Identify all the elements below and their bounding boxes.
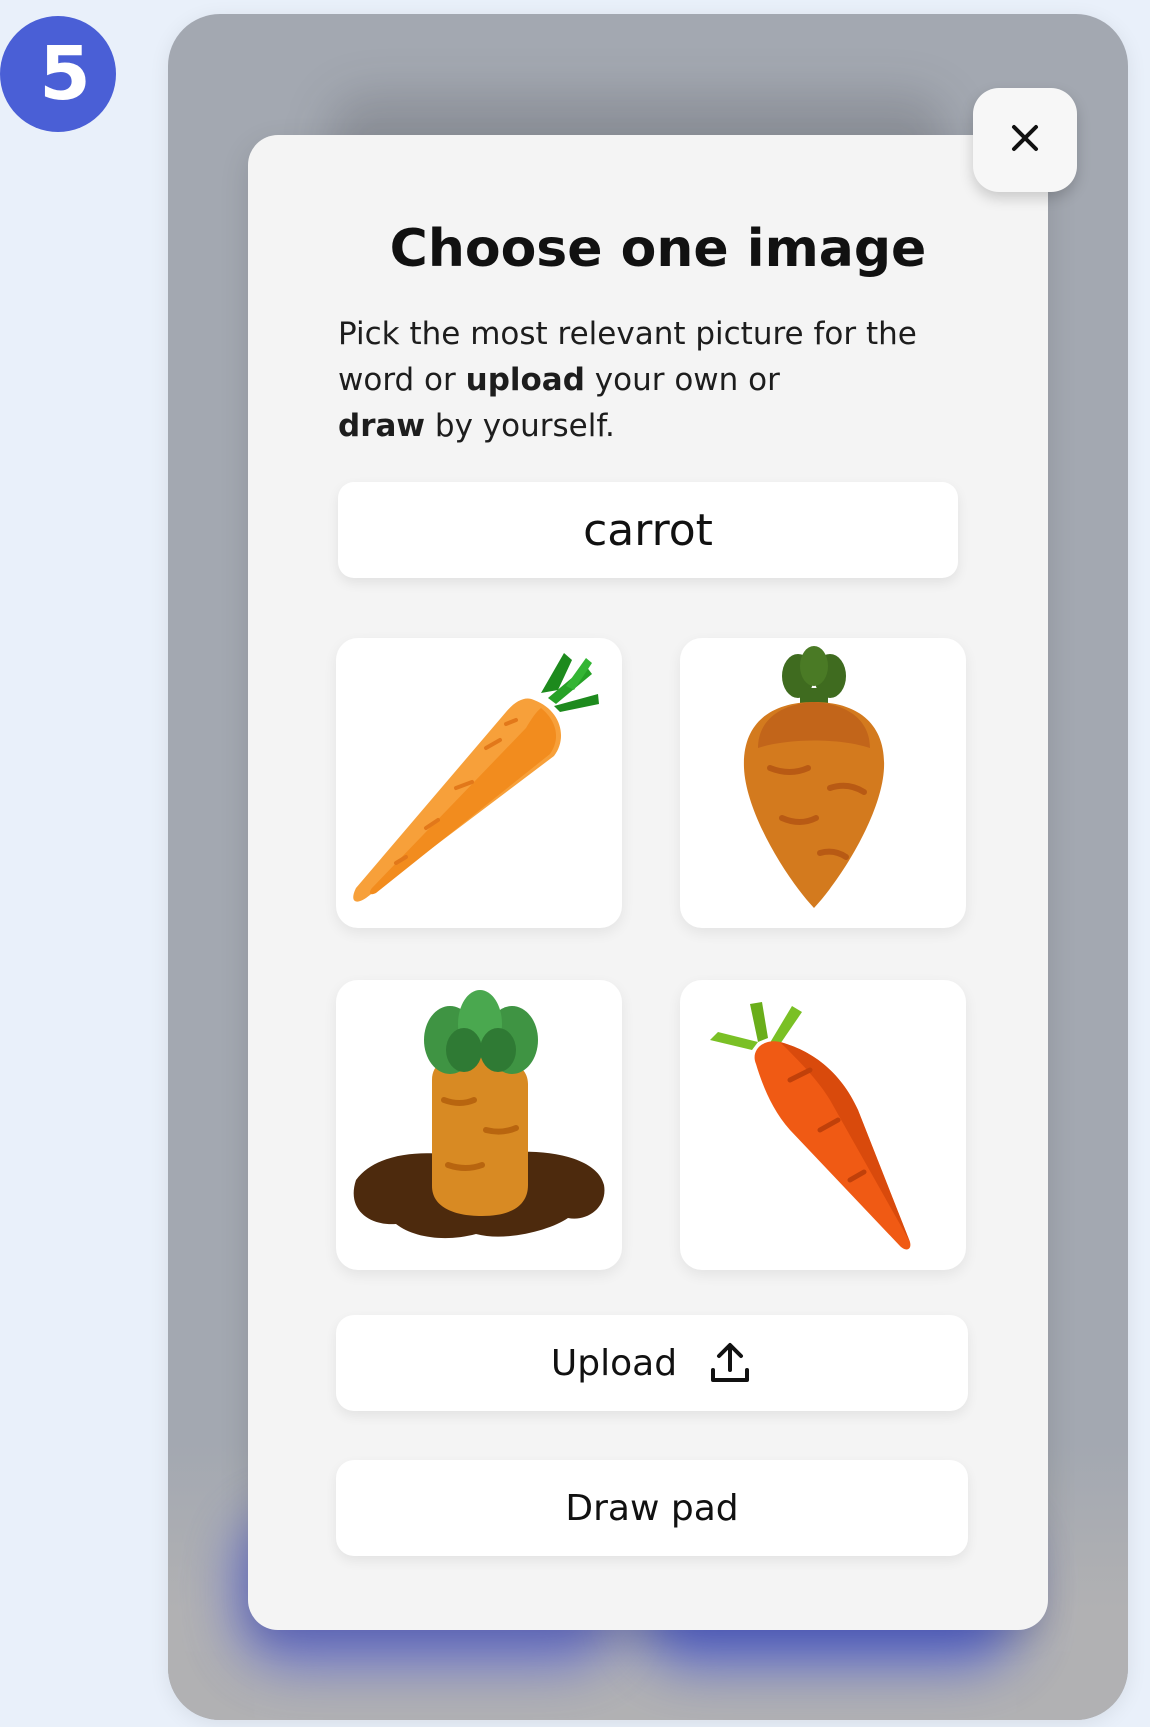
dialog-title: Choose one image — [389, 219, 927, 279]
upload-icon — [707, 1340, 753, 1386]
carrot-diagonal-image — [353, 653, 599, 902]
close-button[interactable] — [973, 88, 1077, 192]
image-option-2[interactable] — [680, 638, 966, 928]
choose-image-dialog: Choose one image Pick the most relevant … — [248, 135, 1048, 1630]
carrot-in-ground-image — [353, 990, 605, 1239]
upload-button[interactable]: Upload — [336, 1315, 968, 1411]
draw-pad-label: Draw pad — [565, 1487, 739, 1529]
word-display: carrot — [338, 482, 958, 578]
step-number-badge: 5 — [0, 16, 116, 132]
upload-label: Upload — [550, 1342, 678, 1384]
dialog-description: Pick the most relevant picture for the w… — [338, 316, 917, 444]
carrot-upright-image — [743, 646, 885, 908]
close-icon — [1008, 121, 1042, 159]
carrot-red-image — [710, 1002, 911, 1250]
image-option-1[interactable] — [336, 638, 622, 928]
draw-pad-button[interactable]: Draw pad — [336, 1460, 968, 1556]
image-option-3[interactable] — [336, 980, 622, 1270]
image-option-4[interactable] — [680, 980, 966, 1270]
